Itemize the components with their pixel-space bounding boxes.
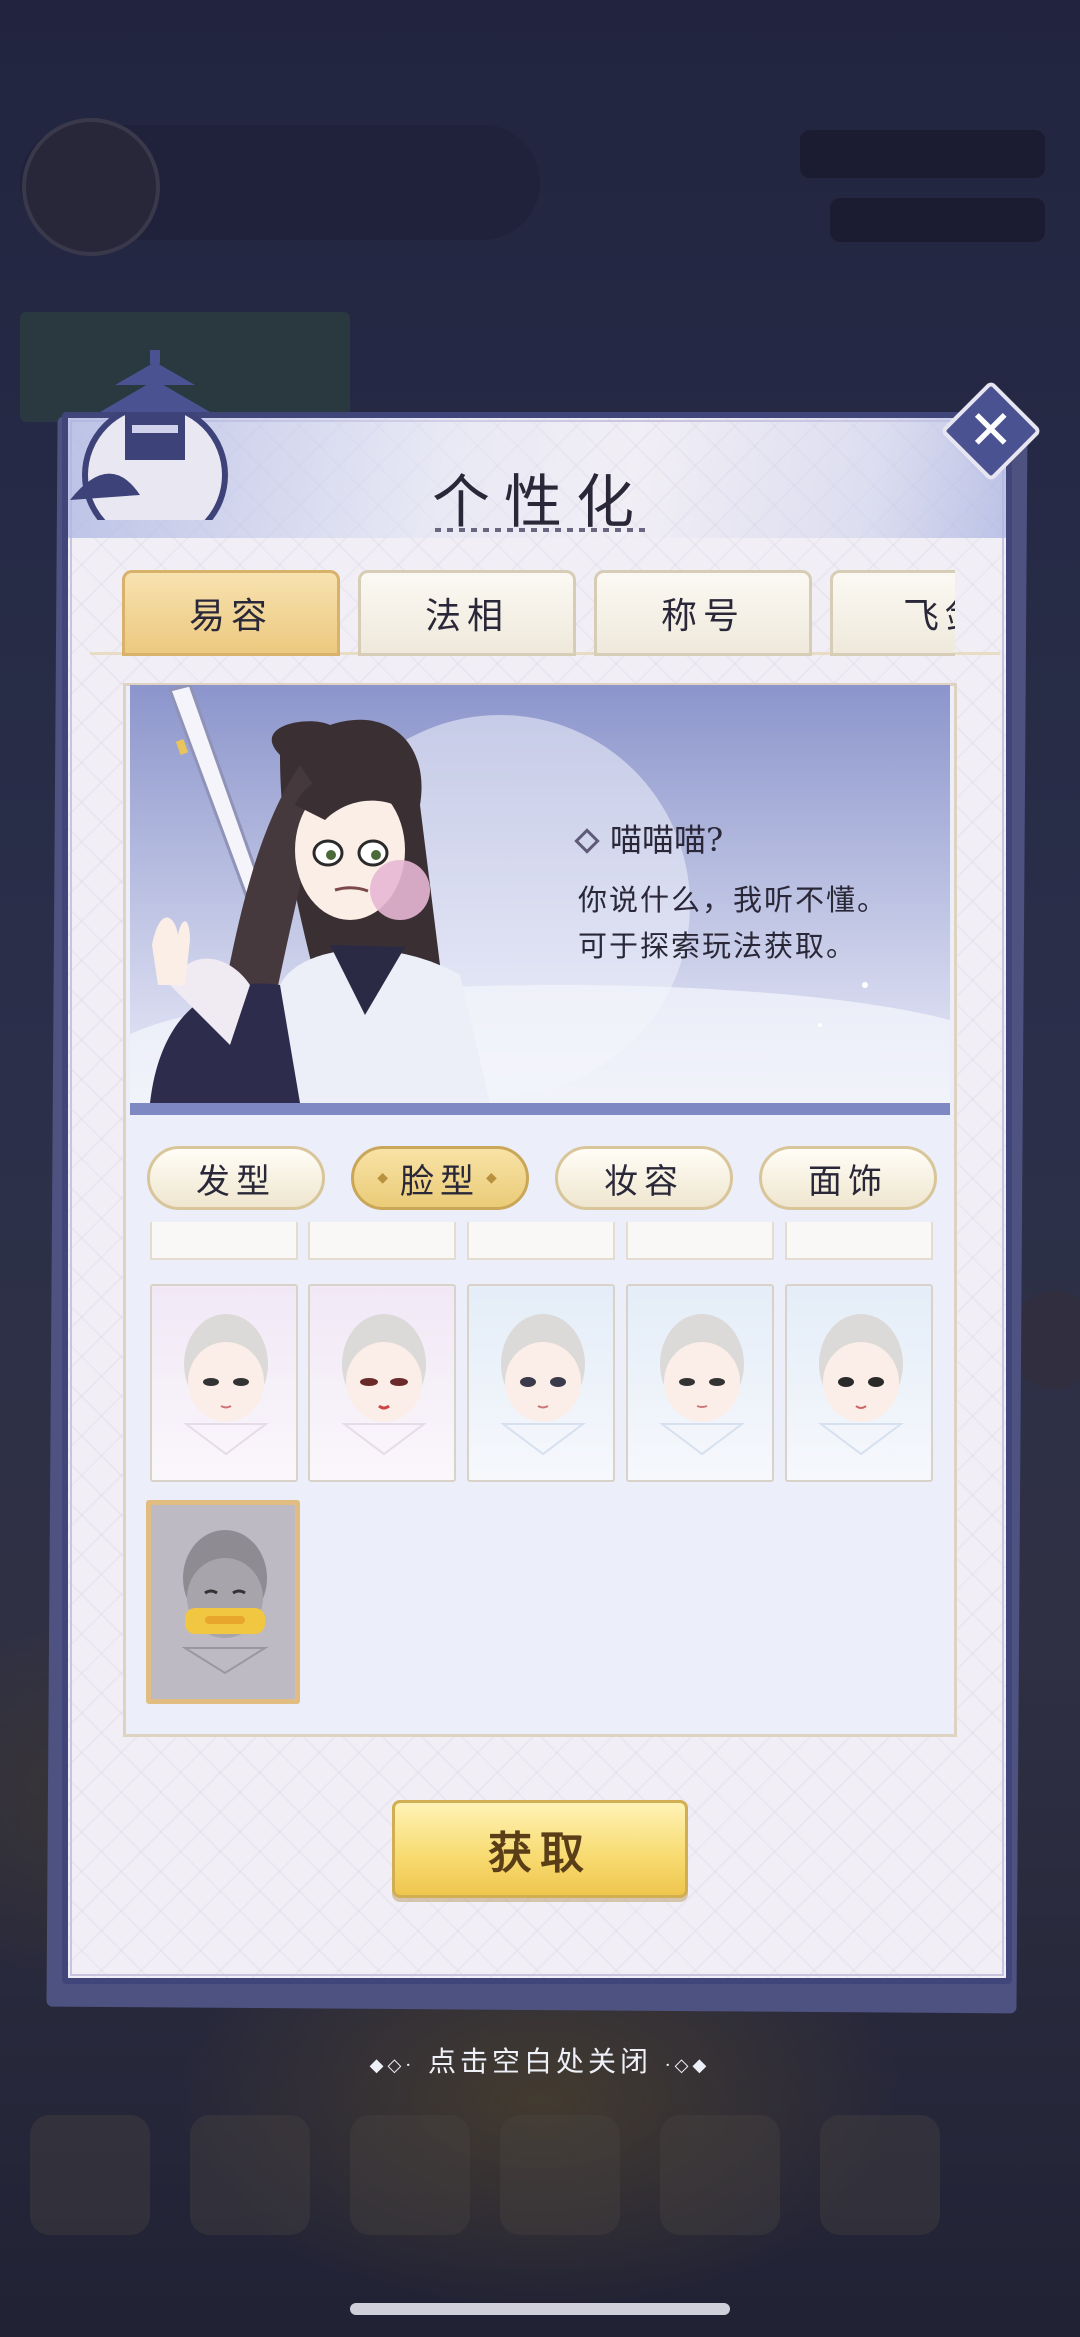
tab-feijian[interactable]: 飞剑	[830, 570, 955, 656]
grid-card-partial[interactable]	[626, 1222, 774, 1260]
item-description-line: 可于探索玩法获取。	[578, 929, 858, 963]
subtab-hairstyle[interactable]: 发型	[147, 1146, 325, 1210]
grid-card-partial[interactable]	[467, 1222, 615, 1260]
face-option-2[interactable]	[308, 1284, 456, 1482]
subtab-faceshape[interactable]: ◆ 脸型 ◆	[351, 1146, 529, 1210]
tab-yirong[interactable]: 易容	[122, 570, 340, 656]
preview-footer-bar	[130, 1103, 950, 1115]
face-option-6-selected[interactable]	[146, 1500, 300, 1704]
face-preview-icon	[500, 1314, 586, 1456]
face-preview-icon	[181, 1530, 269, 1675]
face-preview-icon	[341, 1314, 427, 1456]
face-preview-icon	[818, 1314, 904, 1456]
item-name: 喵喵喵?	[610, 821, 724, 859]
face-option-3[interactable]	[467, 1284, 615, 1482]
close-hint[interactable]: ◆◇· 点击空白处关闭 ·◇◆	[0, 2040, 1080, 2080]
close-icon: ✕	[968, 399, 1014, 462]
subtab-makeup[interactable]: 妆容	[555, 1146, 733, 1210]
panel-title: 个性化	[431, 468, 648, 536]
grid-card-partial[interactable]	[150, 1222, 298, 1260]
face-option-5[interactable]	[785, 1284, 933, 1482]
subtab-accessory[interactable]: 面饰	[759, 1146, 937, 1210]
face-option-4[interactable]	[626, 1284, 774, 1482]
tab-faxiang[interactable]: 法相	[358, 570, 576, 656]
grid-card-partial[interactable]	[785, 1222, 933, 1260]
grid-card-partial[interactable]	[308, 1222, 456, 1260]
diamond-left-icon: ◆	[377, 1170, 394, 1186]
title-ornament	[435, 528, 645, 532]
tab-chenghao[interactable]: 称号	[594, 570, 812, 656]
item-description-line: 你说什么，我听不懂。	[578, 883, 889, 917]
face-preview-icon	[659, 1314, 745, 1456]
face-preview-icon	[183, 1314, 269, 1456]
item-description: 你说什么，我听不懂。 可于探索玩法获取。	[578, 877, 888, 969]
category-tabs: 易容 法相 称号 飞剑	[122, 570, 955, 656]
diamond-left-icon: ◆◇·	[369, 2055, 416, 2076]
close-hint-text: 点击空白处关闭	[427, 2045, 652, 2078]
face-option-1[interactable]	[150, 1284, 298, 1482]
home-indicator[interactable]	[350, 2303, 730, 2315]
diamond-right-icon: ◆	[486, 1170, 503, 1186]
get-button[interactable]: 获取	[392, 1800, 688, 1898]
diamond-right-icon: ·◇◆	[664, 2055, 711, 2076]
